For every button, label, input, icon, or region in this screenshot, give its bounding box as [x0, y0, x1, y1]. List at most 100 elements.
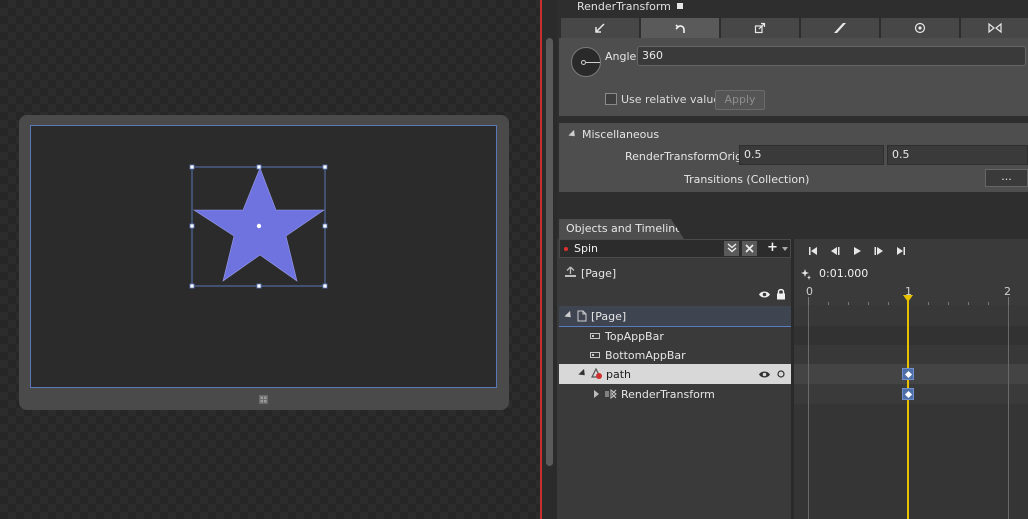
tree-item-bottom-app-bar[interactable]: BottomAppBar [559, 345, 791, 365]
expand-triangle-icon[interactable] [564, 310, 574, 321]
transform-center-point[interactable] [256, 223, 262, 229]
resize-handle-top-left[interactable] [189, 164, 195, 170]
tree-item-label: BottomAppBar [605, 349, 686, 362]
close-storyboard-button[interactable] [742, 241, 757, 256]
use-relative-values-checkbox[interactable] [605, 93, 617, 105]
resize-handle-bottom[interactable] [256, 283, 262, 289]
windows-home-button-icon [259, 395, 268, 404]
objects-and-timeline-panel: Spin + [Page] [Page] TopAppBar BottomApp… [557, 239, 1028, 519]
storyboard-picker[interactable]: Spin + [559, 239, 791, 258]
keyframe-render-transform[interactable] [902, 388, 914, 400]
panel-divider [540, 0, 542, 519]
collapse-triangle-icon [568, 129, 578, 140]
tree-item-label: path [606, 368, 632, 381]
previous-frame-icon[interactable] [830, 246, 840, 256]
eye-icon[interactable] [758, 290, 771, 299]
tab-rotate[interactable] [641, 18, 719, 40]
playhead-marker[interactable] [903, 295, 913, 302]
origin-x-input[interactable]: 0.5 [739, 145, 884, 165]
go-to-last-frame-icon[interactable] [896, 246, 906, 256]
time-gridline-2 [1008, 305, 1009, 519]
use-relative-values-label: Use relative values [621, 93, 726, 106]
tab-flip[interactable] [961, 18, 1028, 38]
timeline: 0:01.000 0 1 2 [794, 239, 1028, 519]
resize-handle-right[interactable] [322, 223, 328, 229]
resize-handle-bottom-right[interactable] [322, 283, 328, 289]
origin-y-input[interactable]: 0.5 [887, 145, 1028, 165]
tab-objects-and-timeline[interactable]: Objects and Timeline [559, 219, 684, 239]
miscellaneous-header[interactable]: Miscellaneous [568, 128, 660, 141]
lock-icon[interactable] [776, 288, 786, 300]
tree-item-render-transform[interactable]: RenderTransform [559, 384, 791, 404]
track-row-page [794, 305, 1028, 326]
center-point-icon [914, 22, 926, 34]
skew-icon [834, 23, 846, 33]
render-transform-header: RenderTransform [577, 0, 683, 13]
record-keyframe-icon[interactable] [800, 268, 812, 280]
playhead-line[interactable] [907, 296, 909, 519]
miscellaneous-section: Miscellaneous RenderTransformOrigin 0.5 … [559, 123, 1028, 192]
lock-toggle-icon[interactable] [777, 370, 785, 378]
chevron-double-down-icon [727, 243, 736, 253]
angle-label: Angle [605, 50, 637, 63]
timeline-track-area[interactable] [794, 305, 1028, 519]
properties-panel: RenderTransform Angle 360 Use relative v… [557, 0, 1028, 519]
advanced-options-icon[interactable] [676, 3, 683, 9]
tab-translate[interactable] [561, 18, 639, 38]
tab-skew[interactable] [801, 18, 879, 38]
resize-handle-bottom-left[interactable] [189, 283, 195, 289]
recording-indicator-icon [564, 247, 568, 251]
resize-handle-top[interactable] [256, 164, 262, 170]
tree-item-label: [Page] [591, 310, 627, 323]
go-to-first-frame-icon[interactable] [808, 246, 818, 256]
page-icon [577, 310, 587, 322]
app-bar-icon [590, 333, 600, 339]
storyboard-name: Spin [574, 242, 598, 255]
track-row-top-app-bar [794, 326, 1028, 346]
transitions-collection-button[interactable]: ... [985, 169, 1028, 187]
resize-handle-left[interactable] [189, 223, 195, 229]
render-transform-origin-label: RenderTransformOrigin [625, 150, 753, 163]
rotate-tab-content: Angle 360 Use relative values Apply [559, 38, 1028, 116]
app-bar-icon [590, 352, 600, 358]
next-frame-icon[interactable] [874, 246, 884, 256]
tree-item-page[interactable]: [Page] [559, 306, 791, 327]
translate-arrow-icon [595, 23, 605, 33]
play-icon[interactable] [852, 246, 862, 256]
transitions-label: Transitions (Collection) [684, 173, 810, 186]
scale-icon [754, 22, 766, 34]
angle-input[interactable]: 360 [637, 46, 1026, 66]
tree-item-label: RenderTransform [621, 388, 715, 401]
plus-icon: + [767, 240, 778, 255]
storyboard-options-button[interactable] [724, 241, 739, 256]
miscellaneous-title: Miscellaneous [582, 128, 660, 141]
expand-triangle-icon[interactable] [594, 390, 599, 398]
flip-icon [987, 22, 1002, 34]
tree-item-top-app-bar[interactable]: TopAppBar [559, 326, 791, 346]
scope-row[interactable]: [Page] [559, 263, 791, 283]
eye-icon[interactable] [758, 370, 771, 379]
expand-triangle-icon[interactable] [578, 368, 588, 379]
tree-item-path[interactable]: path [559, 364, 791, 384]
apply-button[interactable]: Apply [715, 90, 765, 110]
keyframe-path[interactable] [902, 368, 914, 380]
time-gridline-0 [808, 305, 809, 519]
tab-scale[interactable] [721, 18, 799, 38]
star-path-shape[interactable] [186, 160, 332, 290]
tab-center-point[interactable] [881, 18, 959, 38]
current-time-display[interactable]: 0:01.000 [819, 267, 868, 280]
new-storyboard-button[interactable]: + [763, 240, 791, 256]
track-row-bottom-app-bar [794, 345, 1028, 365]
angle-dial[interactable] [571, 47, 601, 77]
rotate-arrow-icon [675, 24, 685, 33]
render-transform-icon [605, 389, 617, 399]
vertical-scrollbar[interactable] [543, 0, 557, 519]
close-icon [745, 244, 754, 253]
scope-label: [Page] [581, 267, 617, 280]
render-transform-section: RenderTransform Angle 360 Use relative v… [557, 0, 1028, 210]
transform-tabs [561, 18, 1028, 40]
design-artboard[interactable] [0, 0, 540, 519]
scrollbar-thumb[interactable] [546, 38, 553, 466]
object-tree: [Page] TopAppBar BottomAppBar path Rende… [559, 306, 791, 519]
resize-handle-top-right[interactable] [322, 164, 328, 170]
